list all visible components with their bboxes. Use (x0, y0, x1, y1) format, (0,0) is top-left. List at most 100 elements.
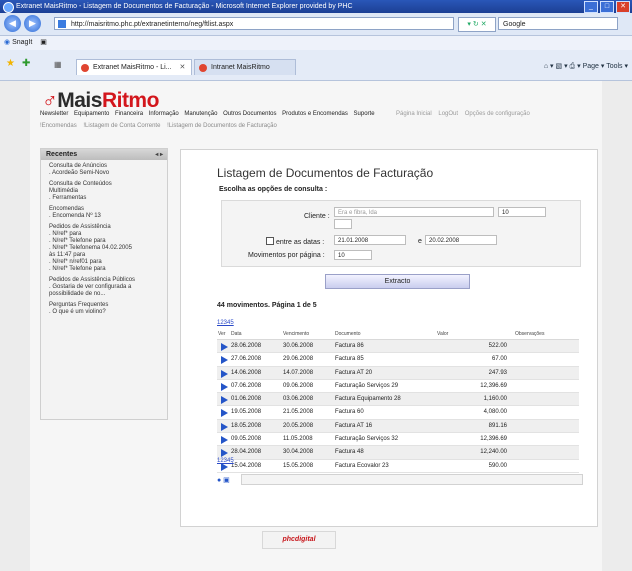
tab-close-icon[interactable]: ✕ (180, 64, 186, 71)
view-arrow-icon[interactable] (221, 436, 228, 445)
cliente-extra-field[interactable] (334, 219, 352, 229)
command-bar[interactable]: ⌂ ▾ ▧ ▾ ⎙ ▾ Page ▾ Tools ▾ (544, 62, 628, 71)
sidebar-link[interactable]: . N/ref* para (49, 231, 161, 238)
tab-extranet[interactable]: Extranet MaisRitmo - Li... ✕ (76, 59, 192, 75)
back-icon[interactable]: ◀ (4, 15, 21, 32)
maisritmo-logo[interactable]: ♂MaisRitmo (42, 89, 159, 113)
address-input[interactable]: http://maisritmo.phc.pt/extranetinterno/… (54, 17, 454, 30)
table-row[interactable]: 09.05.2008 11.05.2008 Facturação Serviços … (217, 433, 579, 447)
tab-intranet[interactable]: Intranet MaisRitmo (194, 59, 296, 75)
sidebar-link[interactable]: possibilidade de no... (49, 291, 161, 298)
cliente-number-field[interactable]: 10 (498, 207, 546, 217)
cell-documento: Factura 85 (335, 356, 364, 363)
view-arrow-icon[interactable] (221, 343, 228, 351)
add-favorites-icon[interactable]: ✚ (22, 58, 30, 69)
view-arrow-icon[interactable] (221, 422, 228, 431)
favorites-star-icon[interactable]: ★ (6, 58, 15, 69)
search-input[interactable]: Google (498, 17, 618, 30)
close-button[interactable]: ✕ (616, 1, 630, 13)
forward-icon[interactable]: ▶ (24, 15, 41, 32)
table-row[interactable]: 28.06.2008 30.06.2008 Factura 86 522.00 (217, 340, 579, 354)
table-row[interactable]: 19.05.2008 21.05.2008 Factura 60 4,080.00 (217, 406, 579, 420)
sidebar-link[interactable]: . N/ref* Telefone para (49, 238, 161, 245)
sidebar-collapse-icon[interactable]: ◂ ▸ (155, 150, 163, 161)
link-opcoes[interactable]: Opções de configuração (465, 111, 530, 117)
table-body: 28.06.2008 30.06.2008 Factura 86 522.00 27.0… (217, 340, 579, 473)
sidebar-link[interactable]: . O que é um violino? (49, 309, 161, 316)
table-row[interactable]: 27.06.2008 29.06.2008 Factura 85 67.00 (217, 353, 579, 367)
table-row[interactable]: 07.06.2008 09.06.2008 Facturação Serviços … (217, 380, 579, 394)
link-pagina-inicial[interactable]: Página Inicial (396, 111, 432, 117)
minimize-button[interactable]: _ (584, 1, 598, 13)
cell-valor: 522.00 (488, 343, 507, 349)
dates-filter[interactable]: entre as datas : (266, 237, 324, 246)
refresh-stop-buttons[interactable]: ▾ ↻ ✕ (458, 17, 496, 32)
submenu-encomendas[interactable]: !Encomendas (40, 123, 77, 129)
col-documento: Documento (335, 331, 361, 337)
menu-produtos-encomendas[interactable]: Produtos e Encomendas (282, 111, 348, 117)
sidebar-link[interactable]: . N/ref* n/ref01 para (49, 259, 161, 266)
date-from-field[interactable]: 21.01.2008 (334, 235, 406, 245)
table-row[interactable]: 14.06.2008 14.07.2008 Factura AT 20 247.93 (217, 366, 579, 380)
cell-vencimento: 03.06.2008 (283, 396, 314, 403)
cell-vencimento: 20.05.2008 (283, 422, 314, 429)
table-row[interactable]: 15.04.2008 15.05.2008 Factura Ecovalor 23 5… (217, 460, 579, 473)
sidebar-section-title: Consulta de Anúncios (49, 163, 108, 169)
pager-top[interactable]: 12345 (217, 320, 234, 326)
feeds-icon[interactable]: ▧ ▾ (556, 63, 568, 70)
sidebar-link[interactable]: . N/ref* Telefone para (49, 266, 161, 273)
dates-checkbox[interactable] (266, 237, 274, 245)
view-arrow-icon[interactable] (221, 356, 228, 365)
command-labels[interactable]: Page ▾ Tools ▾ (583, 63, 628, 70)
pager-bottom[interactable]: 12345 (217, 458, 234, 464)
sidebar-link[interactable]: Multimédia (49, 188, 161, 195)
snagit-label[interactable]: SnagIt (12, 39, 32, 46)
sidebar-link[interactable]: . Ferramentas (49, 195, 161, 202)
sidebar-link[interactable]: às 11:47 para (49, 252, 161, 259)
link-logout[interactable]: LogOut (438, 111, 458, 117)
menu-newsletter[interactable]: Newsletter (40, 111, 68, 117)
capture-icon[interactable]: ▣ (40, 39, 47, 46)
table-header: Ver Data Vencimento Documento Valor Obse… (217, 330, 579, 340)
submenu-conta-corrente[interactable]: !Listagem de Conta Corrente (83, 123, 160, 129)
cell-data: 14.06.2008 (231, 369, 262, 376)
options-heading: Escolha as opções de consulta : (219, 186, 328, 193)
menu-manutencao[interactable]: Manutenção (184, 111, 217, 117)
view-arrow-icon[interactable] (221, 449, 228, 458)
menu-suporte[interactable]: Suporte (354, 111, 375, 117)
sidebar-link[interactable]: . Gostaria de ver configurada a (49, 284, 161, 291)
main-menu: Newsletter Equipamento Financeira Inform… (40, 111, 379, 117)
print-icon[interactable]: ⎙ ▾ (570, 63, 581, 70)
export-icons[interactable]: ● ▣ (217, 476, 230, 484)
address-bar-row: ◀ ▶ http://maisritmo.phc.pt/extranetinte… (0, 13, 632, 36)
snagit-icon[interactable]: ◉ (4, 39, 10, 46)
cliente-name-field[interactable]: Era e fibra, lda (334, 207, 494, 217)
sidebar-link[interactable]: . Acordeão Semi-Novo (49, 170, 161, 177)
sidebar-link[interactable]: . N/ref* Telefonema 04.02.2005 (49, 245, 161, 252)
window-title: Extranet MaisRitmo - Listagem de Documen… (16, 3, 353, 10)
movimentos-field[interactable]: 10 (334, 250, 372, 260)
sidebar-link[interactable]: . Encomenda Nº 13 (49, 213, 161, 220)
cell-data: 07.06.2008 (231, 382, 262, 389)
cell-documento: Factura Equipamento 28 (335, 396, 401, 403)
home-icon[interactable]: ⌂ ▾ (544, 63, 554, 70)
table-row[interactable]: 28.04.2008 30.04.2008 Factura 48 12,240.00 (217, 446, 579, 460)
menu-equipamento[interactable]: Equipamento (74, 111, 109, 117)
view-arrow-icon[interactable] (221, 382, 228, 391)
table-row[interactable]: 01.06.2008 03.06.2008 Factura Equipamento … (217, 393, 579, 407)
menu-outros-documentos[interactable]: Outros Documentos (223, 111, 276, 117)
view-arrow-icon[interactable] (221, 396, 228, 405)
menu-informacao[interactable]: Informação (149, 111, 179, 117)
quick-tabs-icon[interactable]: ▦ (54, 60, 62, 69)
cell-documento: Factura 48 (335, 449, 364, 456)
sidebar-section: Perguntas Frequentes. O que é um violino… (41, 299, 167, 317)
phcdigital-logo[interactable]: phcdigital (262, 531, 336, 549)
extracto-button[interactable]: Extracto (325, 274, 470, 289)
date-to-field[interactable]: 20.02.2008 (425, 235, 497, 245)
table-row[interactable]: 18.05.2008 20.05.2008 Factura AT 16 891.16 (217, 419, 579, 434)
view-arrow-icon[interactable] (221, 409, 228, 418)
menu-financeira[interactable]: Financeira (115, 111, 143, 117)
view-arrow-icon[interactable] (221, 369, 228, 378)
maximize-button[interactable]: □ (600, 1, 614, 13)
submenu-documentos-facturacao[interactable]: !Listagem de Documentos de Facturação (167, 123, 277, 129)
